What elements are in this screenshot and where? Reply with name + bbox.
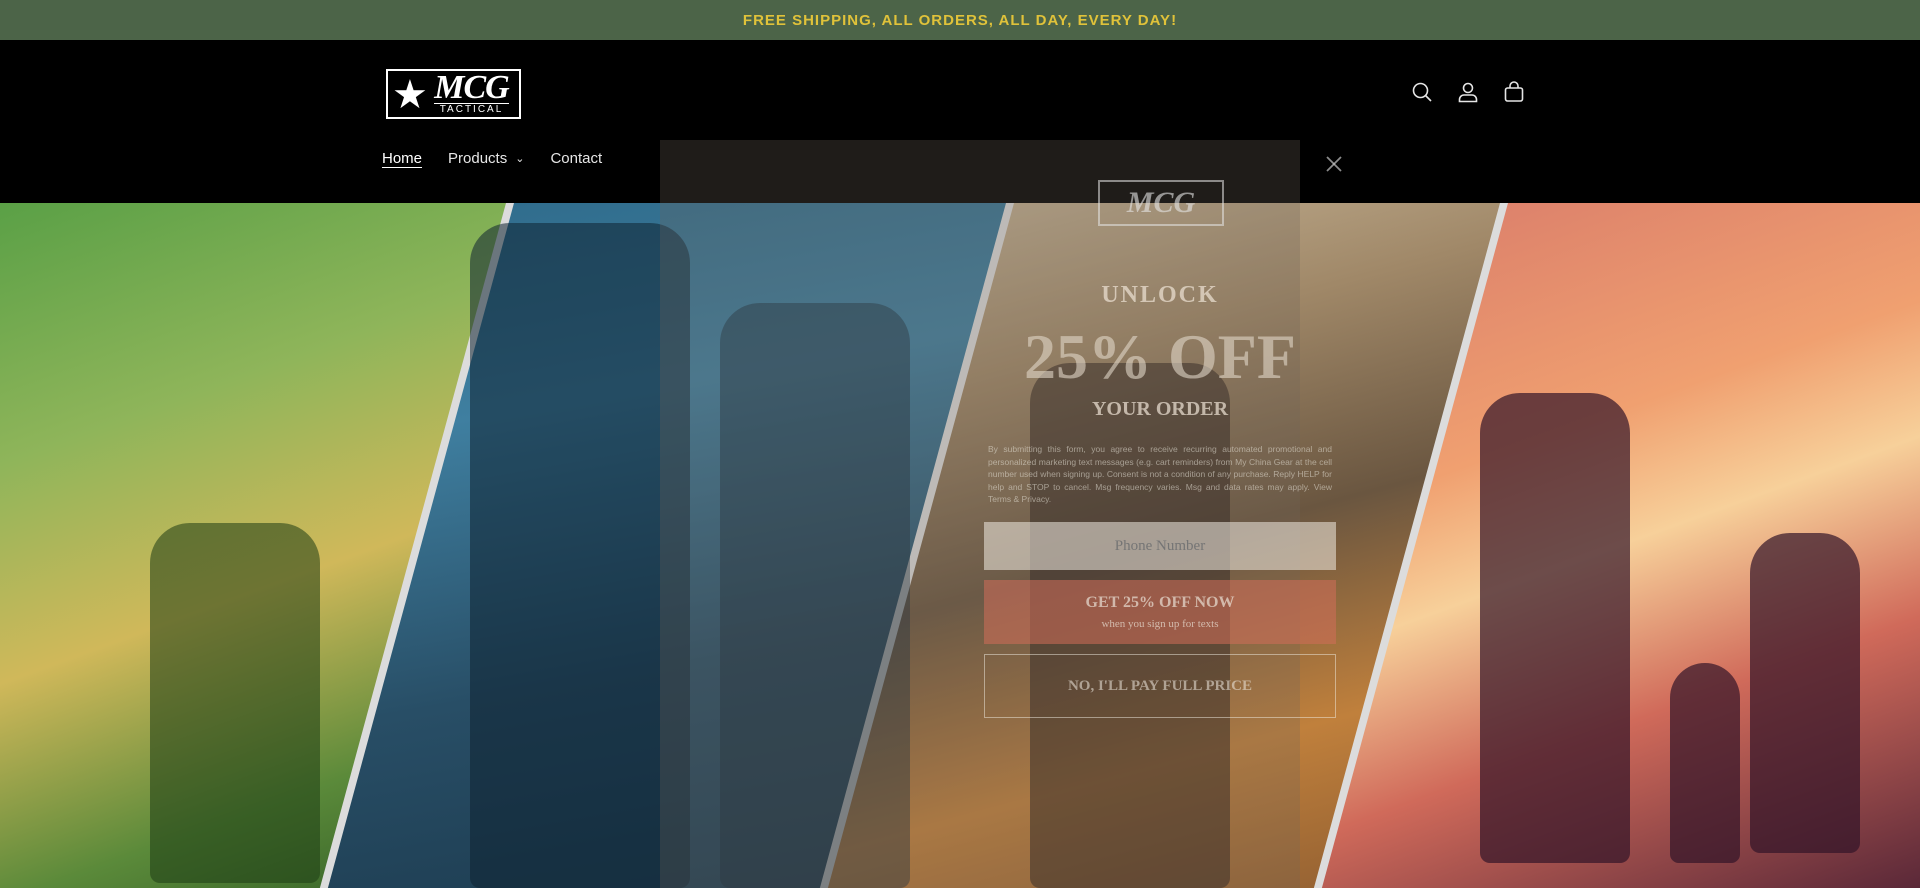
nav-item-contact[interactable]: Contact [550, 150, 602, 167]
soldier-silhouette [1750, 533, 1860, 853]
logo-sub-text: TACTICAL [433, 102, 510, 116]
soldier-silhouette [1670, 663, 1740, 863]
site-logo[interactable]: ★ MCG TACTICAL [386, 69, 521, 119]
cart-icon[interactable] [1502, 80, 1526, 104]
phone-input[interactable] [984, 522, 1336, 570]
logo-main-text: MCG [434, 68, 509, 106]
cta-sublabel: when you sign up for texts [1101, 618, 1219, 630]
nav-item-home-label: Home [382, 150, 423, 167]
soldier-silhouette [1480, 393, 1630, 863]
popup-headline-bottom: YOUR ORDER [1091, 398, 1229, 420]
popup-logo: MCG [1098, 180, 1224, 226]
search-icon[interactable] [1410, 80, 1434, 104]
soldier-silhouette [470, 223, 690, 888]
account-icon[interactable] [1456, 80, 1480, 104]
main-nav: Home Products ⌄ Contact [382, 150, 602, 167]
popup-headline-top: UNLOCK [1101, 282, 1219, 308]
nav-item-products[interactable]: Products ⌄ [448, 150, 524, 167]
discount-popup: MCG UNLOCK 25% OFF YOUR ORDER By submitt… [960, 150, 1360, 750]
close-icon[interactable] [1322, 152, 1346, 176]
nav-item-contact-label: Contact [550, 150, 603, 167]
cta-label: GET 25% OFF NOW [1085, 594, 1235, 611]
get-discount-button[interactable]: GET 25% OFF NOW when you sign up for tex… [984, 580, 1336, 644]
decline-button[interactable]: NO, I'LL PAY FULL PRICE [984, 654, 1336, 718]
star-icon: ★ [392, 73, 428, 117]
header-icons [1410, 80, 1526, 104]
chevron-down-icon: ⌄ [515, 153, 525, 165]
soldier-silhouette [150, 523, 320, 883]
popup-logo-text: MCG [1126, 186, 1196, 219]
announcement-text: FREE SHIPPING, ALL ORDERS, ALL DAY, EVER… [742, 11, 1178, 29]
nav-item-products-label: Products [448, 150, 508, 167]
popup-legal-text: By submitting this form, you agree to re… [988, 444, 1332, 504]
nav-item-home[interactable]: Home [382, 150, 422, 167]
popup-headline-main: 25% OFF [1024, 321, 1296, 392]
announcement-bar: FREE SHIPPING, ALL ORDERS, ALL DAY, EVER… [0, 0, 1920, 40]
